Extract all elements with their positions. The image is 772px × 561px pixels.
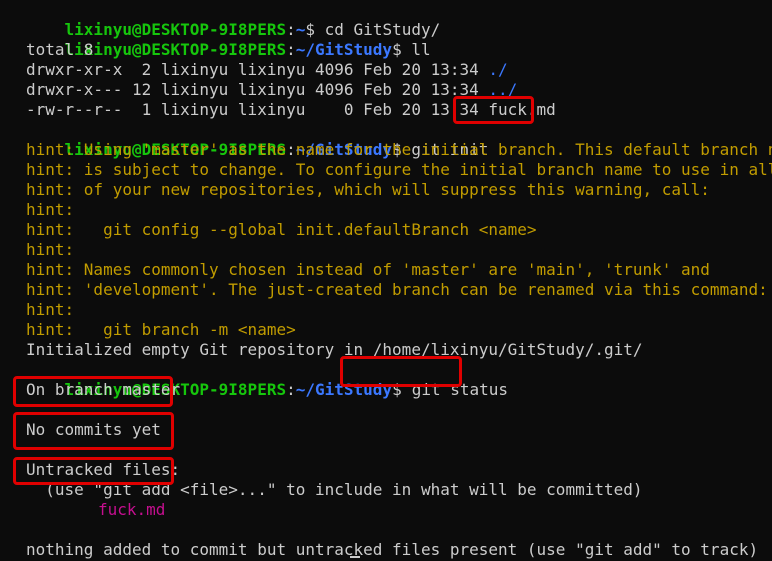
prompt-path: ~/GitStudy [295,40,393,59]
hint-line: hint: [26,200,75,219]
ll-row: drwxr-xr-x 2 lixinyu lixinyu 4096 Feb 20… [26,60,508,80]
status-use-hint: (use "git add <file>..." to include in w… [26,480,643,499]
status-no-commits-line: No commits yet [26,420,161,439]
prompt-colon: : [286,380,296,399]
init-result-line: Initialized empty Git repository in /hom… [26,340,643,359]
prompt-line-git-status: lixinyu@DESKTOP-9I8PERS:~/GitStudy$ git s… [26,360,509,399]
hint-line: hint: 'development'. The just-created br… [26,280,768,299]
prompt-path: ~/GitStudy [295,380,393,399]
prompt-user-host: lixinyu@DESKTOP-9I8PERS [64,40,287,59]
prompt-line-git-init: lixinyu@DESKTOP-9I8PERS:~/GitStudy$ git … [26,120,489,159]
status-untracked-header: Untracked files: [26,460,181,479]
hint-line: hint: [26,240,75,259]
ll-row-meta: drwxr-x--- 12 lixinyu lixinyu 4096 Feb 2… [26,80,489,99]
prompt-colon: : [286,40,296,59]
command-text: ll [401,40,431,59]
text-cursor [350,556,360,558]
untracked-file-name: fuck.md [98,500,166,519]
hint-line: hint: of your new repositories, which wi… [26,180,710,199]
prompt-line-ll: lixinyu@DESKTOP-9I8PERS:~/GitStudy$ ll [26,20,431,59]
prompt-symbol: $ [392,380,402,399]
command-text: git status [411,380,509,399]
ll-row-meta: -rw-r--r-- 1 lixinyu lixinyu 0 Feb 20 13… [26,100,489,119]
ll-row-name: ./ [488,60,508,79]
hint-line: hint: git branch -m <name> [26,320,296,339]
terminal-window[interactable]: lixinyu@DESKTOP-9I8PERS:~$ cd GitStudy/ … [26,0,772,561]
ll-row: -rw-r--r-- 1 lixinyu lixinyu 0 Feb 20 13… [26,100,556,120]
prompt-line-cd: lixinyu@DESKTOP-9I8PERS:~$ cd GitStudy/ [26,0,441,39]
ll-total-line: total 8 [26,40,94,59]
ll-row-name: ../ [488,80,518,99]
ll-row-name: fuck.md [488,100,556,119]
ll-row-meta: drwxr-xr-x 2 lixinyu lixinyu 4096 Feb 20… [26,60,489,79]
hint-line: hint: is subject to change. To configure… [26,160,772,179]
hint-line: hint: [26,300,75,319]
hint-line: hint: git config --global init.defaultBr… [26,220,537,239]
ll-row: drwxr-x--- 12 lixinyu lixinyu 4096 Feb 2… [26,80,517,100]
status-footer-line: nothing added to commit but untracked fi… [26,540,759,559]
hint-line: hint: Using 'master' as the name for the… [26,140,772,159]
hint-line: hint: Names commonly chosen instead of '… [26,260,710,279]
prompt-symbol: $ [392,40,402,59]
status-branch-line: On branch master [26,380,181,399]
